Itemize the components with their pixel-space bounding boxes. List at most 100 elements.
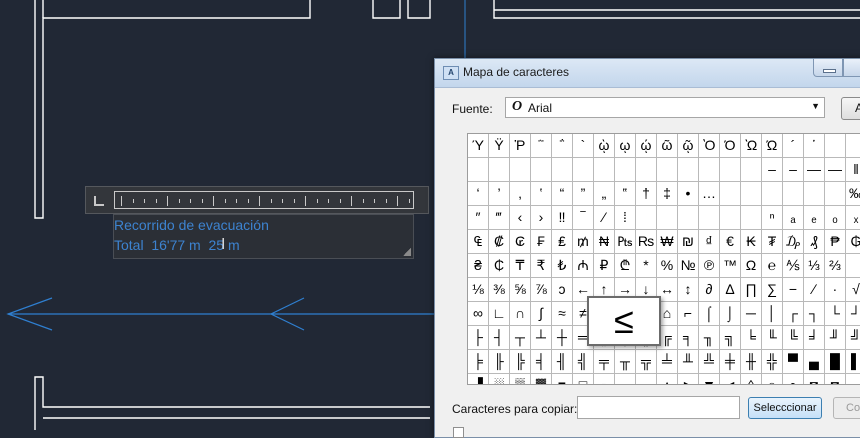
char-cell[interactable] [825,134,846,158]
char-cell[interactable]: ◊ [741,374,762,384]
char-cell[interactable]: ´ [783,134,804,158]
char-cell[interactable] [489,158,510,182]
char-cell[interactable]: › [531,206,552,230]
char-cell[interactable]: ‒ [762,158,783,182]
char-cell[interactable]: ⁄ [594,206,615,230]
char-cell[interactable]: ‹ [510,206,531,230]
char-cell[interactable]: ῶ [657,134,678,158]
char-cell[interactable]: ┬ [510,326,531,350]
char-cell[interactable]: ⌠ [699,302,720,326]
char-cell[interactable]: ╕ [678,326,699,350]
char-cell[interactable]: ▬ [636,374,657,384]
char-cell[interactable]: ┌ [783,302,804,326]
char-cell[interactable]: ₯ [783,230,804,254]
char-cell[interactable]: ▫ [615,374,636,384]
char-cell[interactable]: ├ [468,326,489,350]
char-cell[interactable]: ₪ [678,230,699,254]
char-cell[interactable]: ₾ [615,254,636,278]
char-cell[interactable]: ⌐ [678,302,699,326]
char-cell[interactable]: ₹ [531,254,552,278]
char-cell[interactable]: ┤ [489,326,510,350]
char-cell[interactable] [720,158,741,182]
char-cell[interactable]: ╥ [615,350,636,374]
char-cell[interactable]: ▀ [783,350,804,374]
char-cell[interactable]: Ῥ [510,134,531,158]
char-cell[interactable] [636,206,657,230]
char-cell[interactable]: ₵ [489,254,510,278]
char-cell[interactable]: │ [762,302,783,326]
minimize-button[interactable] [813,59,843,77]
char-cell[interactable]: ◘ [804,374,825,384]
char-cell[interactable]: ` [573,134,594,158]
char-cell[interactable]: ▄ [804,350,825,374]
char-cell[interactable]: ‾ [573,206,594,230]
char-cell[interactable]: ‼ [552,206,573,230]
char-cell[interactable]: ₴ [468,254,489,278]
char-cell[interactable] [573,158,594,182]
char-cell[interactable]: ₼ [573,254,594,278]
char-cell[interactable]: ╘ [741,326,762,350]
char-cell[interactable]: ╦ [636,350,657,374]
char-cell[interactable]: ₩ [657,230,678,254]
char-cell[interactable]: ₽ [594,254,615,278]
char-cell[interactable]: ╟ [489,350,510,374]
char-cell[interactable]: ‛ [531,182,552,206]
char-cell[interactable]: ∏ [741,278,762,302]
char-cell[interactable] [699,206,720,230]
char-cell[interactable]: ῾ [804,134,825,158]
char-cell[interactable]: ╨ [678,350,699,374]
char-cell[interactable] [594,158,615,182]
char-cell[interactable] [846,254,860,278]
char-cell[interactable]: ℗ [699,254,720,278]
char-cell[interactable] [552,158,573,182]
char-cell[interactable]: ░ [489,374,510,384]
char-cell[interactable]: √ [846,278,860,302]
char-cell[interactable]: № [678,254,699,278]
char-cell[interactable]: ╪ [720,350,741,374]
char-cell[interactable]: ∙ [825,278,846,302]
char-cell[interactable]: ₨ [636,230,657,254]
char-cell[interactable]: ╚ [783,326,804,350]
char-cell[interactable]: ‖ [846,158,860,182]
char-cell[interactable]: Ὸ [699,134,720,158]
char-cell[interactable]: ◙ [825,374,846,384]
char-cell[interactable]: ⅛ [468,278,489,302]
char-cell[interactable]: ₸ [510,254,531,278]
char-cell[interactable]: ₺ [552,254,573,278]
char-cell[interactable]: ╫ [741,350,762,374]
char-cell[interactable]: ₫ [699,230,720,254]
ruler-scale[interactable] [114,191,414,209]
char-cell[interactable]: … [699,182,720,206]
char-cell[interactable] [678,206,699,230]
char-cell[interactable]: ╖ [699,326,720,350]
char-cell[interactable]: ╜ [825,326,846,350]
char-cell[interactable]: ₱ [825,230,846,254]
char-cell[interactable]: ⁞ [615,206,636,230]
char-cell[interactable]: ▐ [468,374,489,384]
char-cell[interactable]: ₣ [531,230,552,254]
resize-grip-icon[interactable] [403,248,411,256]
char-cell[interactable]: ⅍ [783,254,804,278]
char-cell[interactable]: ∩ [510,302,531,326]
char-cell[interactable]: – [783,158,804,182]
select-button[interactable]: Selecccionar [748,397,822,419]
char-cell[interactable]: ○ [762,374,783,384]
char-cell[interactable]: ΅ [552,134,573,158]
char-cell[interactable]: % [657,254,678,278]
char-cell[interactable]: ╬ [762,350,783,374]
char-cell[interactable]: ┘ [846,302,860,326]
char-cell[interactable]: ₤ [552,230,573,254]
char-cell[interactable]: ∂ [699,278,720,302]
char-cell[interactable] [783,182,804,206]
char-cell[interactable]: “ [552,182,573,206]
char-cell[interactable] [636,158,657,182]
char-cell[interactable]: ╝ [846,326,860,350]
char-cell[interactable]: ₐ [783,206,804,230]
char-cell[interactable] [699,158,720,182]
char-cell[interactable] [657,158,678,182]
char-cell[interactable] [510,158,531,182]
char-cell[interactable]: ⅓ [804,254,825,278]
char-cell[interactable]: ╙ [762,326,783,350]
char-cell[interactable]: ▲ [657,374,678,384]
char-cell[interactable]: ‡ [657,182,678,206]
